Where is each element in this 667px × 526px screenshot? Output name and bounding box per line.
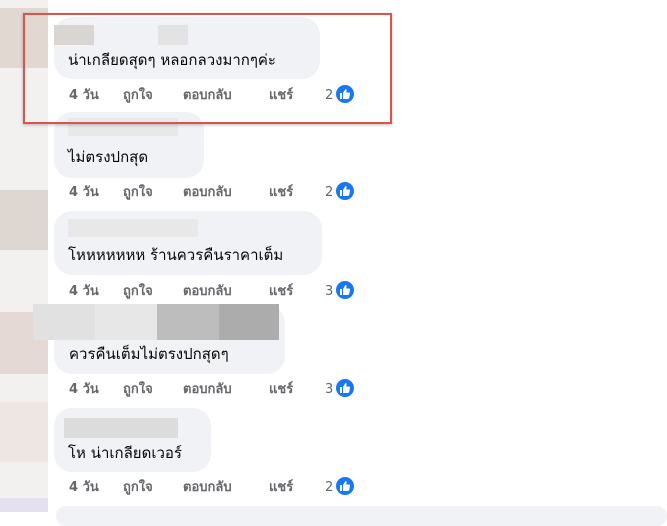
share-button[interactable]: แชร์	[269, 183, 293, 203]
timestamp-link[interactable]: 4 วัน	[69, 478, 99, 498]
avatar[interactable]	[0, 402, 48, 462]
reply-button[interactable]: ตอบกลับ	[183, 478, 232, 498]
comment-text: โหหหหหหห ร้านควรคืนราคาเต็ม	[68, 246, 284, 264]
reply-button[interactable]: ตอบกลับ	[183, 380, 232, 400]
comment-text: โห น่าเกลียดเวอร์	[68, 444, 182, 462]
like-button[interactable]: ถูกใจ	[123, 380, 153, 400]
share-button[interactable]: แชร์	[269, 380, 293, 400]
blurred-author-name	[64, 418, 178, 438]
avatar[interactable]	[0, 190, 48, 250]
avatar[interactable]	[0, 498, 48, 512]
reaction-count[interactable]: 2	[325, 478, 333, 498]
share-button[interactable]: แชร์	[269, 478, 293, 498]
like-button[interactable]: ถูกใจ	[123, 183, 153, 203]
timestamp-link[interactable]: 4 วัน	[69, 183, 99, 203]
comment-bubble	[56, 506, 667, 526]
reaction-count[interactable]: 2	[325, 183, 333, 203]
like-button[interactable]: ถูกใจ	[123, 282, 153, 302]
blurred-author-name	[33, 304, 279, 340]
blurred-author-name	[68, 219, 198, 237]
thumbs-up-icon[interactable]	[335, 280, 355, 300]
reply-button[interactable]: ตอบกลับ	[183, 282, 232, 302]
reaction-count[interactable]: 3	[325, 282, 333, 302]
like-button[interactable]: ถูกใจ	[123, 478, 153, 498]
timestamp-link[interactable]: 4 วัน	[69, 380, 99, 400]
thumbs-up-icon[interactable]	[335, 181, 355, 201]
reaction-count[interactable]: 3	[325, 380, 333, 400]
thumbs-up-icon[interactable]	[335, 476, 355, 496]
reply-button[interactable]: ตอบกลับ	[183, 183, 232, 203]
share-button[interactable]: แชร์	[269, 282, 293, 302]
timestamp-link[interactable]: 4 วัน	[69, 282, 99, 302]
comment-text: ควรคืนเต็มไม่ตรงปกสุดๆ	[69, 345, 229, 363]
comment-bubble: โห น่าเกลียดเวอร์	[54, 408, 211, 472]
comment-text: ไม่ตรงปกสุด	[68, 148, 149, 166]
highlight-box	[23, 13, 392, 124]
thumbs-up-icon[interactable]	[335, 378, 355, 398]
comment-bubble: โหหหหหหห ร้านควรคืนราคาเต็ม	[54, 211, 322, 275]
